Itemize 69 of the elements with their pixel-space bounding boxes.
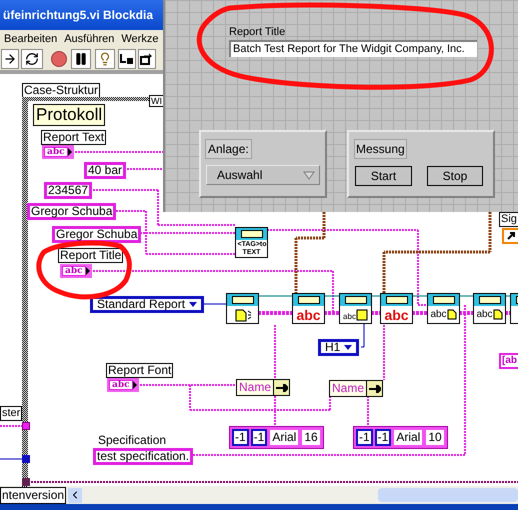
page-icon [234, 308, 252, 322]
subvi-node[interactable] [226, 293, 259, 324]
wire [383, 325, 385, 380]
menu-item[interactable]: Werkze [121, 30, 158, 48]
wire [0, 458, 22, 460]
menu-item[interactable]: Bearbeiten [4, 30, 58, 48]
string-constant: test specification. [93, 448, 194, 465]
tunnel-terminal [22, 455, 30, 463]
wire [371, 311, 380, 315]
diagram-label: Report Text [41, 130, 106, 145]
string-constant: Gregor Schuba [27, 203, 116, 220]
case-structure-label: Case-Struktur [22, 83, 100, 98]
diagram-tab[interactable]: ntenversion [0, 486, 66, 504]
lightbulb-icon[interactable] [95, 49, 115, 69]
window-title: üfeinrichtung5.vi Blockdia [3, 7, 154, 24]
report-title-field[interactable]: Batch Test Report for The Widgit Company, Inc. [229, 40, 477, 57]
messung-label: Messung [354, 139, 407, 159]
subvi-node[interactable]: abc [380, 293, 413, 324]
enum-constant[interactable]: Standard Report [90, 296, 204, 313]
measure-button[interactable]: Start [355, 166, 412, 186]
unbundle-node: Name [236, 379, 290, 396]
wire [258, 311, 292, 315]
page-icon [446, 309, 457, 320]
specification-label: Specification [98, 434, 166, 447]
string-constant: 40 bar [84, 162, 126, 179]
diagram-label: Report Font [106, 363, 174, 378]
wire [367, 396, 369, 426]
diagram-label: Report Title [58, 248, 124, 263]
string-constant: 234567 [44, 182, 92, 199]
string-terminal: abc [107, 378, 139, 392]
string-constant: [ab [499, 353, 518, 369]
wire [0, 425, 22, 427]
subvi-node[interactable]: abc [427, 293, 460, 324]
arrow-icon [276, 384, 288, 392]
subvi-node[interactable]: abc [292, 293, 325, 324]
page-icon [492, 309, 503, 320]
anlage-dropdown[interactable]: Auswahl [206, 165, 320, 185]
enum-constant[interactable]: H1 [318, 339, 360, 356]
wire [274, 325, 276, 379]
tunnel-terminal [22, 478, 30, 486]
wire [505, 311, 510, 315]
dropdown-arrow-icon [303, 170, 315, 180]
anlage-label: Anlage: [205, 139, 252, 159]
font-cluster-constant: -1 -1 Arial 10 [353, 426, 448, 449]
scroll-left-icon[interactable] [68, 488, 82, 502]
string-terminal: abc [42, 145, 74, 159]
menu-item[interactable]: Ausführen [64, 30, 114, 48]
diagram-label: ster [0, 406, 22, 421]
string-constant: Gregor Schuba [52, 226, 142, 243]
unbundle-node: Name [329, 380, 384, 397]
abort-icon[interactable] [49, 49, 69, 69]
run-continuously-icon[interactable] [21, 49, 43, 69]
subvi-node[interactable]: abc [473, 293, 506, 324]
step-over-icon[interactable] [138, 49, 156, 69]
report-title-label: Report Title [229, 26, 286, 39]
page-icon [356, 308, 368, 320]
tunnel-terminal [22, 422, 30, 430]
loop-label: WI [149, 95, 164, 107]
diagram-label: Sig [499, 212, 518, 227]
arrow-icon [368, 384, 381, 392]
string-terminal: abc [60, 264, 92, 278]
measure-button[interactable]: Stop [427, 166, 483, 186]
subvi-node[interactable]: abc [339, 293, 372, 324]
case-selector[interactable]: Protokoll [33, 104, 106, 126]
font-cluster-constant: -1 -1 Arial 16 [229, 426, 324, 449]
wire [412, 311, 427, 315]
arrow-icon [507, 232, 515, 240]
pause-icon[interactable] [71, 49, 91, 69]
step-into-icon[interactable] [118, 49, 136, 69]
